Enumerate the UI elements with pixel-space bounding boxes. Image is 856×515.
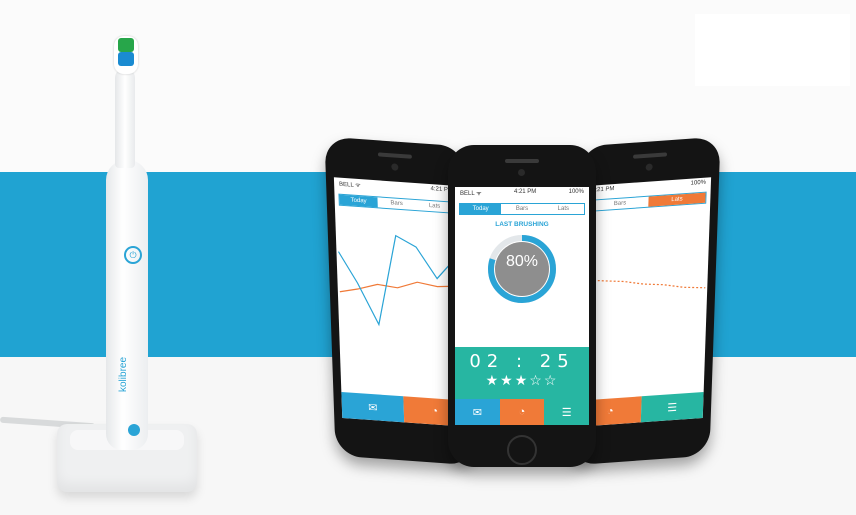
pie-chart-icon[interactable]: ◔ <box>499 399 545 425</box>
phone-camera <box>645 163 653 171</box>
phone-right-screen: 4:21 PM 100% Bars Lats ◔ ☰ <box>578 177 712 427</box>
toothbrush-brand: kolibree <box>118 356 129 392</box>
toothbrush-handle <box>106 160 148 450</box>
tab-bars[interactable]: Bars <box>591 197 648 211</box>
rating-stars: ★★★☆☆ <box>485 372 559 388</box>
brand-logo <box>128 424 140 436</box>
status-battery: 100% <box>568 189 584 195</box>
history-chart <box>585 279 706 289</box>
phone-middle-screen: BELL ᯤ 4:21 PM 100% Today Bars Lats LAST… <box>455 187 589 425</box>
last-brushing-heading: LAST BRUSHING <box>495 221 549 228</box>
phone-camera <box>391 163 399 171</box>
tab-lats[interactable]: Lats <box>543 204 584 214</box>
status-time: 4:21 PM <box>513 189 537 195</box>
phone-speaker <box>377 152 412 159</box>
list-icon[interactable]: ☰ <box>640 391 704 423</box>
bottom-nav: ◔ ☰ <box>578 391 704 427</box>
status-carrier: BELL ᯤ <box>460 191 482 197</box>
phone-speaker <box>633 152 668 159</box>
phone-camera <box>518 169 525 176</box>
bristles-blue <box>118 52 134 66</box>
list-icon[interactable]: ☰ <box>544 399 589 425</box>
mail-icon[interactable]: ✉ <box>341 391 405 423</box>
phone-middle: BELL ᯤ 4:21 PM 100% Today Bars Lats LAST… <box>448 145 596 467</box>
tab-today[interactable]: Today <box>460 204 502 214</box>
bristles-green <box>118 38 134 52</box>
phone-speaker <box>505 159 539 163</box>
tab-bar: Bars Lats <box>590 191 707 212</box>
status-carrier: BELL ᯤ <box>339 181 361 190</box>
home-button[interactable] <box>507 435 537 465</box>
tab-today[interactable]: Today <box>339 194 378 208</box>
progress-percent: 80% <box>505 253 539 270</box>
history-chart <box>337 234 460 327</box>
progress-ring: 80% <box>487 234 557 304</box>
tab-bars[interactable]: Bars <box>377 197 415 210</box>
white-patch <box>695 14 850 86</box>
bottom-nav: ✉ ◔ ☰ <box>455 399 589 425</box>
tab-bars[interactable]: Bars <box>501 204 542 214</box>
phone-left-screen: BELL ᯤ 4:21 PM Today Bars Lats ✉ ◔ <box>333 177 467 427</box>
timer-panel: 02 : 25 ★★★☆☆ <box>455 347 589 399</box>
brushing-timer: 02 : 25 <box>469 351 575 372</box>
power-icon: ⏻ <box>124 246 142 264</box>
tab-bar: Today Bars Lats <box>459 203 585 215</box>
toothbrush-neck <box>115 68 135 168</box>
mail-icon[interactable]: ✉ <box>455 399 500 425</box>
status-battery: 100% <box>690 179 707 187</box>
tab-lats[interactable]: Lats <box>648 192 706 207</box>
tab-bar: Today Bars Lats <box>338 193 455 214</box>
